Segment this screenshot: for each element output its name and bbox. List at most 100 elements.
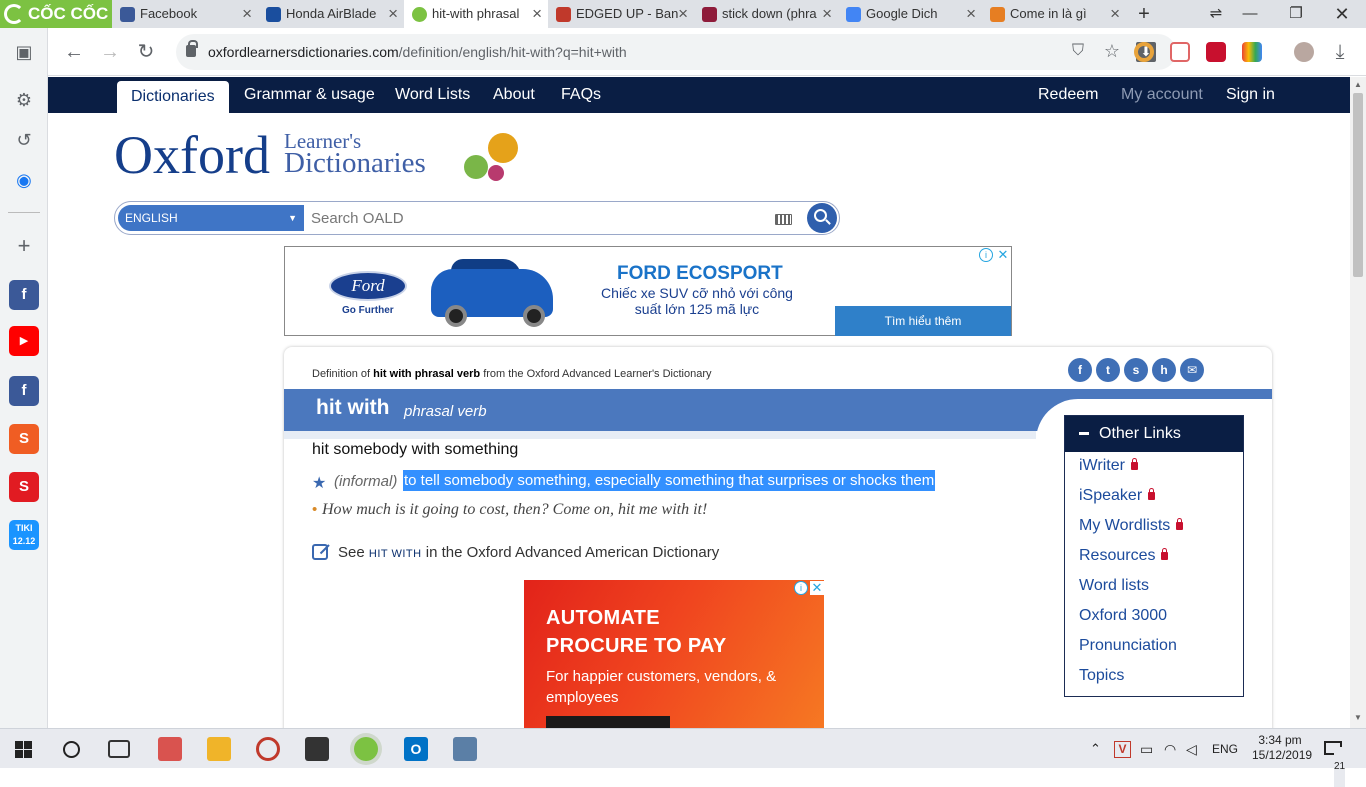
tiki-shortcut-icon[interactable]: TIKI 12.12 bbox=[9, 520, 39, 550]
tab-oald-active[interactable]: hit-with phrasal × bbox=[404, 0, 548, 28]
close-tab-icon[interactable]: × bbox=[242, 0, 252, 28]
bookmark-star-icon[interactable]: ☆ bbox=[1104, 41, 1120, 62]
coccoc-menu-button[interactable]: CỐC CỐC bbox=[0, 0, 112, 28]
coccoc-extension-icon[interactable] bbox=[1134, 42, 1154, 62]
messenger-icon[interactable]: ◉ bbox=[14, 170, 34, 190]
sidebar-toggle-icon[interactable]: ▣ bbox=[14, 42, 34, 62]
forward-button[interactable]: → bbox=[98, 40, 122, 64]
link-oxford-3000[interactable]: Oxford 3000 bbox=[1079, 607, 1167, 625]
adblock-shield-icon[interactable] bbox=[1170, 42, 1190, 62]
stumbleupon-icon[interactable]: s bbox=[1124, 358, 1148, 382]
youtube-shortcut-icon[interactable]: ▶ bbox=[9, 326, 39, 356]
tab-stick-down[interactable]: stick down (phra × bbox=[694, 0, 838, 28]
tab-come-in[interactable]: Come in là gì × bbox=[982, 0, 1126, 28]
file-explorer-icon[interactable] bbox=[207, 737, 231, 761]
nav-my-account[interactable]: My account bbox=[1121, 77, 1203, 113]
link-word-lists[interactable]: Word lists bbox=[1079, 577, 1149, 595]
nav-sign-in[interactable]: Sign in bbox=[1226, 77, 1275, 113]
nav-grammar-usage[interactable]: Grammar & usage bbox=[244, 77, 375, 113]
color-extension-icon[interactable] bbox=[1242, 42, 1262, 62]
close-window-button[interactable]: ✕ bbox=[1322, 0, 1362, 28]
shield-icon[interactable]: ⛉ bbox=[1072, 42, 1084, 60]
sendo-shortcut-icon[interactable]: S bbox=[9, 472, 39, 502]
link-resources[interactable]: Resources bbox=[1079, 547, 1169, 565]
external-link-icon[interactable] bbox=[312, 544, 328, 560]
battery-icon[interactable]: ▭ bbox=[1140, 729, 1153, 769]
wifi-icon[interactable]: ◠ bbox=[1164, 729, 1176, 769]
scroll-down-icon[interactable]: ▼ bbox=[1350, 713, 1366, 722]
url-text[interactable]: oxfordlearnersdictionaries.com/definitio… bbox=[208, 34, 627, 70]
link-my-wordlists[interactable]: My Wordlists bbox=[1079, 517, 1184, 535]
twitter-icon[interactable]: t bbox=[1096, 358, 1120, 382]
app-icon-2[interactable] bbox=[453, 737, 477, 761]
close-tab-icon[interactable]: × bbox=[822, 0, 832, 28]
volume-icon[interactable]: ◁ bbox=[1186, 729, 1197, 769]
see-american-link[interactable]: See HIT WITH in the Oxford Advanced Amer… bbox=[338, 544, 719, 561]
tray-expand-icon[interactable]: ⌃ bbox=[1090, 729, 1101, 769]
search-circle-icon[interactable] bbox=[63, 741, 80, 758]
scroll-thumb[interactable] bbox=[1353, 93, 1363, 277]
reload-button[interactable]: ↻ bbox=[134, 40, 158, 64]
add-shortcut-icon[interactable]: + bbox=[14, 235, 34, 257]
red-extension-icon[interactable] bbox=[1206, 42, 1226, 62]
task-view-icon[interactable] bbox=[108, 740, 130, 758]
settings-gear-icon[interactable]: ⚙ bbox=[14, 90, 34, 110]
input-language[interactable]: ENG bbox=[1212, 729, 1238, 769]
link-ispeaker[interactable]: iSpeaker bbox=[1079, 487, 1156, 505]
address-bar[interactable]: oxfordlearnersdictionaries.com/definitio… bbox=[176, 34, 1176, 70]
ad-cta-button[interactable]: Tìm hiểu thêm bbox=[835, 306, 1011, 336]
link-topics[interactable]: Topics bbox=[1079, 667, 1124, 685]
ford-ad-banner[interactable]: Ford Go Further FORD ECOSPORT Chiếc xe S… bbox=[284, 246, 1012, 336]
definition-text[interactable]: to tell somebody something, especially s… bbox=[403, 470, 936, 491]
tab-google-dich[interactable]: Google Dich × bbox=[838, 0, 982, 28]
ad-close-icon[interactable]: ✕ bbox=[810, 581, 824, 595]
nav-faqs[interactable]: FAQs bbox=[561, 77, 601, 113]
app-icon-1[interactable] bbox=[158, 737, 182, 761]
adchoices-icon[interactable]: i bbox=[979, 248, 993, 262]
coccoc-taskbar-icon[interactable] bbox=[354, 737, 378, 761]
facebook-shortcut-icon-2[interactable]: f bbox=[9, 376, 39, 406]
nav-dictionaries[interactable]: Dictionaries bbox=[117, 81, 229, 113]
maximize-button[interactable]: ❐ bbox=[1276, 0, 1316, 28]
language-select[interactable]: ENGLISH ▼ bbox=[118, 205, 304, 231]
close-tab-icon[interactable]: × bbox=[388, 0, 398, 28]
link-iwriter[interactable]: iWriter bbox=[1079, 457, 1138, 475]
facebook-shortcut-icon[interactable]: f bbox=[9, 280, 39, 310]
nav-redeem[interactable]: Redeem bbox=[1038, 77, 1098, 113]
vietkey-icon[interactable]: V bbox=[1114, 729, 1131, 769]
nav-word-lists[interactable]: Word Lists bbox=[395, 77, 470, 113]
hi5-icon[interactable]: h bbox=[1152, 358, 1176, 382]
history-icon[interactable]: ↺ bbox=[14, 130, 34, 150]
keyboard-icon[interactable] bbox=[775, 214, 792, 225]
facebook-icon[interactable]: f bbox=[1068, 358, 1092, 382]
close-tab-icon[interactable]: × bbox=[678, 0, 688, 28]
paint-icon[interactable] bbox=[256, 737, 280, 761]
search-input[interactable] bbox=[311, 206, 761, 230]
sticky-notes-icon[interactable] bbox=[305, 737, 329, 761]
clock[interactable]: 3:34 pm 15/12/2019 bbox=[1252, 733, 1312, 773]
nav-about[interactable]: About bbox=[493, 77, 535, 113]
shopee-shortcut-icon[interactable]: S bbox=[9, 424, 39, 454]
outlook-icon[interactable]: O bbox=[404, 737, 428, 761]
tab-edged-up[interactable]: EDGED UP - Ban × bbox=[548, 0, 694, 28]
search-button[interactable] bbox=[807, 203, 837, 233]
page-scrollbar[interactable]: ▲ ▼ bbox=[1350, 77, 1366, 728]
profile-avatar-icon[interactable] bbox=[1294, 42, 1314, 62]
procure-ad[interactable]: AUTOMATE PROCURE TO PAY For happier custo… bbox=[524, 580, 824, 728]
minimize-button[interactable]: — bbox=[1230, 0, 1270, 28]
ad-close-icon[interactable]: ✕ bbox=[996, 248, 1010, 262]
other-links-header[interactable]: Other Links bbox=[1065, 416, 1243, 452]
action-center-icon[interactable]: 21 bbox=[1324, 729, 1346, 787]
link-pronunciation[interactable]: Pronunciation bbox=[1079, 637, 1177, 655]
new-tab-button[interactable]: + bbox=[1124, 0, 1164, 28]
close-tab-icon[interactable]: × bbox=[966, 0, 976, 28]
email-icon[interactable]: ✉ bbox=[1180, 358, 1204, 382]
lock-icon[interactable] bbox=[186, 40, 198, 57]
close-tab-icon[interactable]: × bbox=[1110, 0, 1120, 28]
tab-facebook[interactable]: Facebook × bbox=[112, 0, 258, 28]
downloads-icon[interactable]: ⤓ bbox=[1328, 40, 1352, 64]
scroll-up-icon[interactable]: ▲ bbox=[1350, 80, 1366, 89]
tab-honda[interactable]: Honda AirBlade × bbox=[258, 0, 404, 28]
close-tab-icon[interactable]: × bbox=[532, 0, 542, 28]
adchoices-icon[interactable]: i bbox=[794, 581, 808, 595]
